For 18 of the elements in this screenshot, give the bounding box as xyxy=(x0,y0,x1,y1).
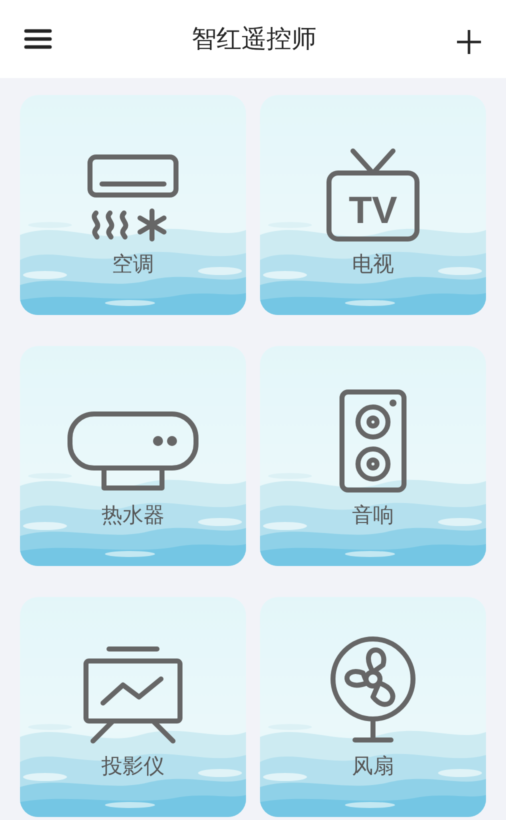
menu-icon[interactable] xyxy=(24,28,52,50)
device-tile[interactable]: 风扇 xyxy=(260,597,486,817)
device-label: 风扇 xyxy=(352,753,394,779)
projector-screen-icon xyxy=(81,645,185,745)
device-label: 投影仪 xyxy=(102,753,164,779)
device-label: 热水器 xyxy=(102,502,164,528)
speaker-icon xyxy=(338,388,408,494)
device-label: 空调 xyxy=(112,251,154,277)
device-label: 音响 xyxy=(352,502,394,528)
add-icon[interactable] xyxy=(456,29,482,55)
device-tile[interactable]: 空调 xyxy=(20,95,246,315)
device-tile[interactable]: 音响 xyxy=(260,346,486,566)
screen-text: TV xyxy=(348,190,398,232)
device-tile[interactable]: 热水器 xyxy=(20,346,246,566)
app-title: 智红遥控师 xyxy=(192,23,316,56)
device-tile[interactable]: TV 电视 xyxy=(260,95,486,315)
device-label: 电视 xyxy=(352,251,394,277)
device-tile[interactable]: 投影仪 xyxy=(20,597,246,817)
